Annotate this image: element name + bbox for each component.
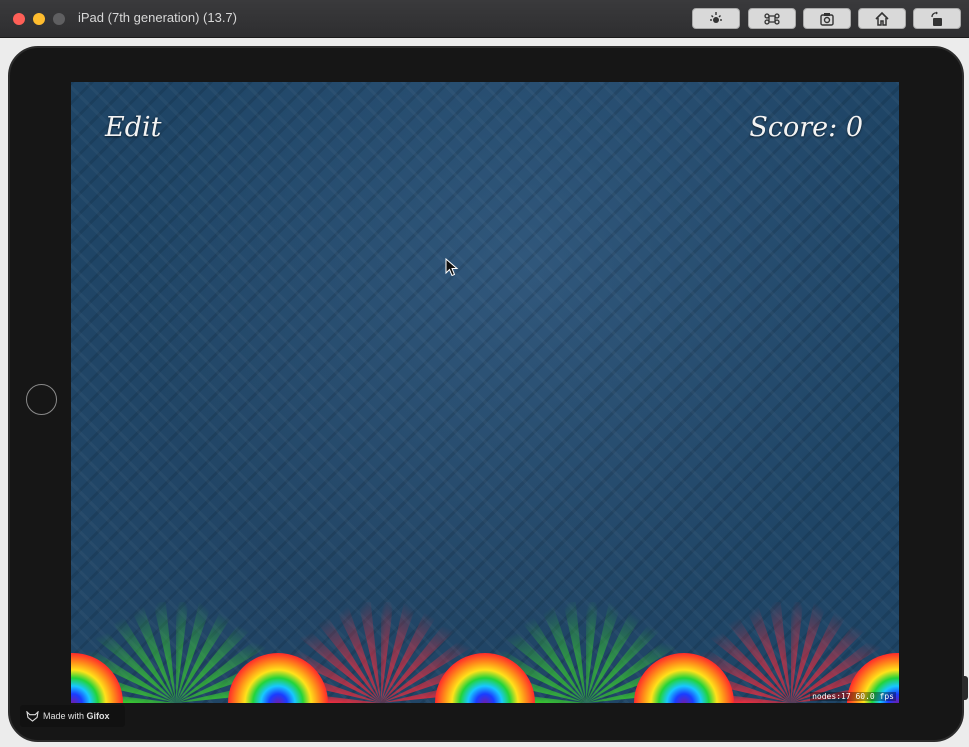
ipad-home-button[interactable] xyxy=(26,384,57,415)
command-icon xyxy=(764,12,780,25)
rainbow-floor xyxy=(71,602,899,703)
ipad-side-button xyxy=(962,676,968,700)
screenshot-button[interactable] xyxy=(803,8,851,29)
home-icon xyxy=(875,11,889,26)
brightness-button[interactable] xyxy=(692,8,740,29)
gifox-prefix: Made with xyxy=(43,711,85,721)
shortcut-button[interactable] xyxy=(748,8,796,29)
window-title: iPad (7th generation) (13.7) xyxy=(78,10,237,25)
gifox-brand: Gifox xyxy=(86,711,110,721)
brightness-icon xyxy=(710,11,722,23)
edit-button[interactable]: Edit xyxy=(105,112,161,143)
fox-logo-icon xyxy=(26,710,39,722)
game-screen[interactable]: Edit Score: 0 nodes:17 60.0 fps xyxy=(71,82,899,703)
sunburst-ray xyxy=(176,602,189,703)
sunburst-ray xyxy=(586,602,599,703)
simulator-title-bar: iPad (7th generation) (13.7) xyxy=(0,0,969,38)
rotate-icon xyxy=(931,11,942,26)
window-close-button[interactable] xyxy=(13,13,25,25)
sunburst-ray xyxy=(381,602,394,703)
rotate-button[interactable] xyxy=(913,8,961,29)
debug-stats: nodes:17 60.0 fps xyxy=(810,692,896,701)
window-minimize-button[interactable] xyxy=(33,13,45,25)
home-button-toolbar[interactable] xyxy=(858,8,906,29)
sunburst-ray xyxy=(791,602,804,703)
gifox-watermark: Made with Gifox xyxy=(20,705,125,727)
score-label: Score: 0 xyxy=(749,112,863,143)
screenshot-icon xyxy=(820,12,834,26)
rainbow-disc xyxy=(71,653,123,703)
window-zoom-button[interactable] xyxy=(53,13,65,25)
mouse-cursor-icon xyxy=(445,258,459,277)
